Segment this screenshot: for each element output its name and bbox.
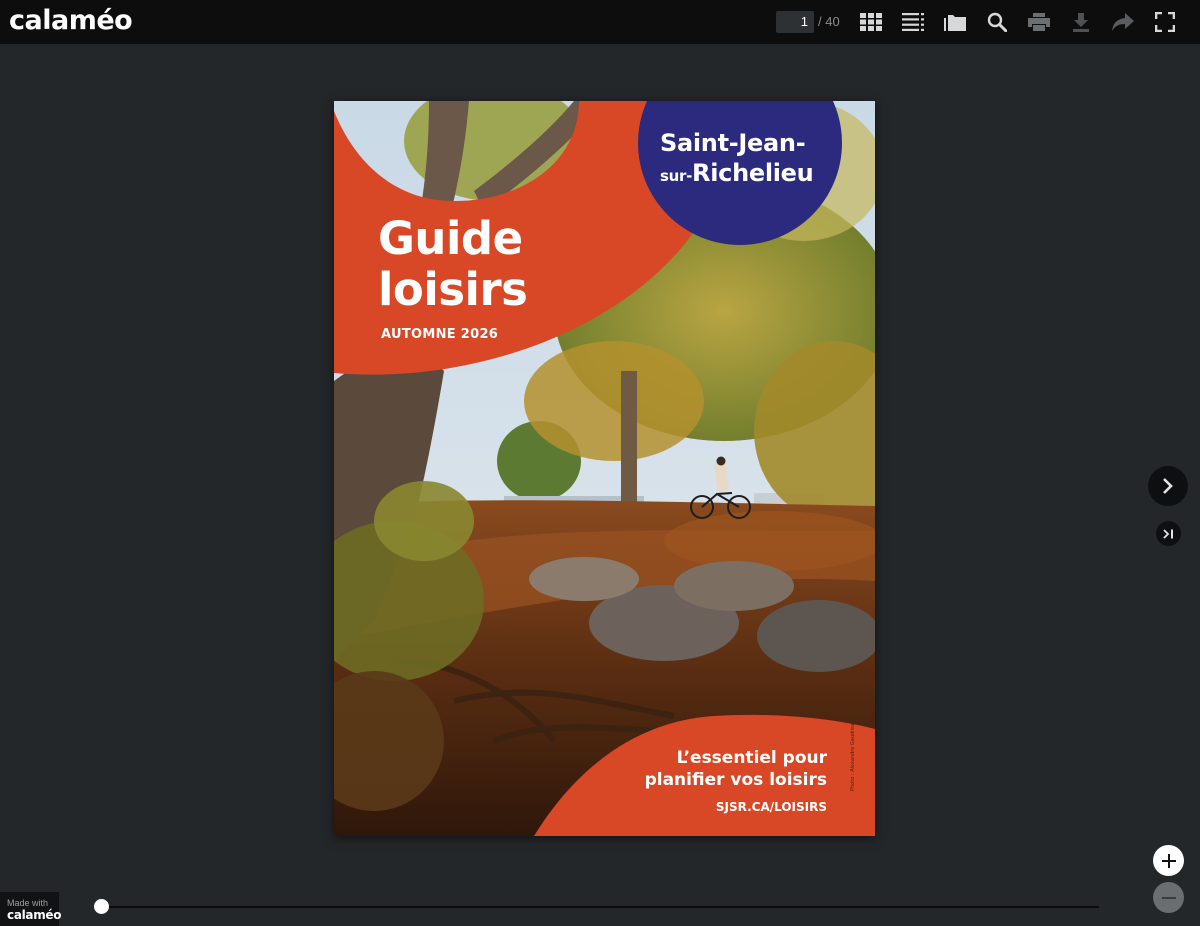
tagline-line2: planifier vos loisirs [644,770,827,790]
cover-url: SJSR.CA/LOISIRS [715,800,827,814]
download-icon[interactable] [1066,7,1096,37]
table-of-contents-icon[interactable] [898,7,928,37]
made-with-brand: calaméo [7,908,62,922]
tagline-line1: L’essentiel pour [676,748,827,768]
page-progress-track[interactable] [101,906,1099,908]
cover-title-line2: loisirs [378,263,528,316]
city-prefix: sur- [660,167,693,185]
zoom-in-button[interactable] [1153,845,1184,876]
folder-icon[interactable] [940,7,970,37]
top-toolbar: calaméo 1 / 40 [0,0,1200,44]
zoom-out-icon [1161,896,1176,899]
city-name-line1: Saint-Jean- [660,129,806,157]
search-icon[interactable] [982,7,1012,37]
next-page-button[interactable] [1148,466,1188,506]
page-total: / 40 [818,14,840,29]
page-number-input[interactable]: 1 [776,11,814,33]
last-page-icon [1162,528,1173,539]
zoom-out-button[interactable] [1153,882,1184,913]
cover-season: AUTOMNE 2026 [381,327,499,342]
zoom-in-icon [1161,853,1176,868]
share-icon[interactable] [1108,7,1138,37]
fullscreen-icon[interactable] [1150,7,1180,37]
print-icon[interactable] [1024,7,1054,37]
city-suffix: Richelieu [692,159,814,187]
photo-credit: Photo : Alexandre Gaudreau [850,720,856,791]
calameo-logo[interactable]: calaméo [9,4,133,38]
cover-title: Guide loisirs [378,212,528,316]
next-page-icon [1163,478,1173,494]
made-with-calameo-badge[interactable]: Made with calaméo [0,892,62,926]
city-name-line2: sur-Richelieu [660,159,814,187]
thumbnails-grid-icon[interactable] [856,7,886,37]
made-with-label: Made with [7,898,49,908]
page-progress-thumb[interactable] [94,899,109,914]
last-page-button[interactable] [1156,521,1181,546]
cover-title-line1: Guide [378,212,523,265]
document-page[interactable]: Saint-Jean- sur-Richelieu Guide loisirs … [334,101,875,836]
